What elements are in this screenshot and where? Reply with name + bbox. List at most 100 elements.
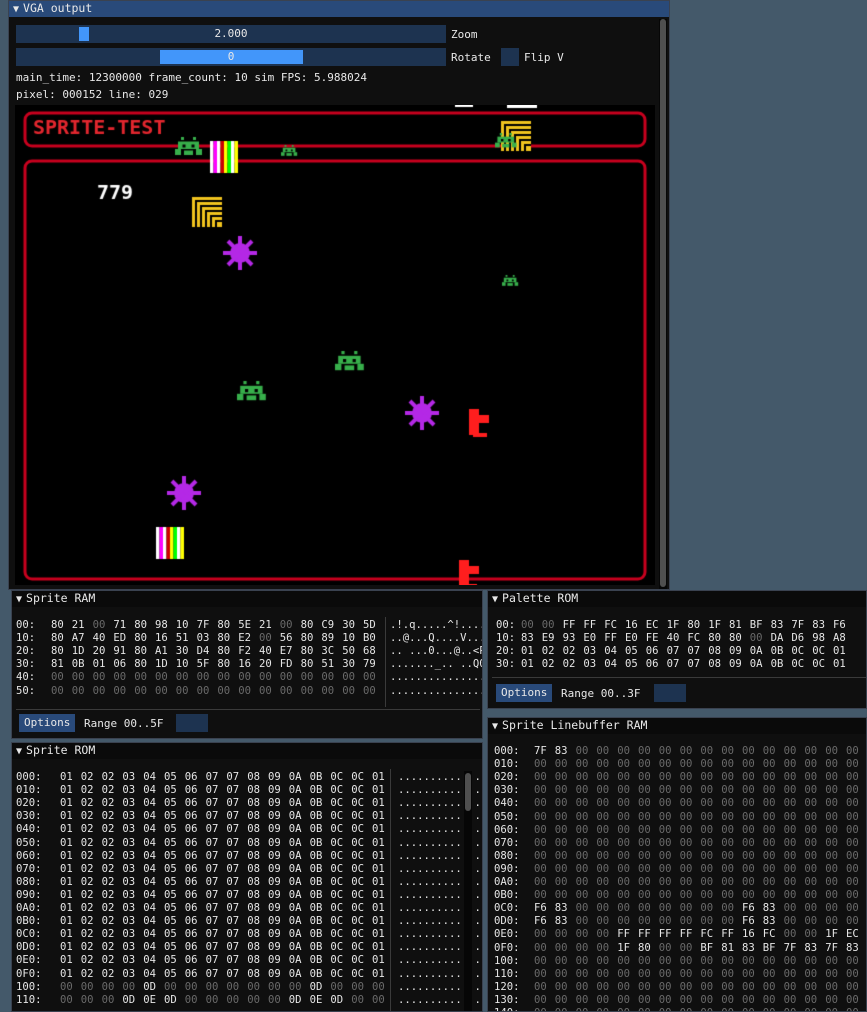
hex-byte[interactable]: 00 — [763, 994, 776, 1007]
hex-byte[interactable]: 00 — [700, 758, 713, 771]
hex-byte[interactable]: 02 — [81, 902, 94, 915]
hex-byte[interactable]: 07 — [687, 645, 700, 658]
hex-byte[interactable]: 08 — [708, 658, 721, 671]
hex-byte[interactable]: 00 — [176, 671, 189, 684]
hex-byte[interactable]: DA — [771, 632, 784, 645]
hex-byte[interactable]: 5D — [363, 619, 376, 632]
hex-byte[interactable]: 00 — [638, 955, 651, 968]
hex-byte[interactable]: D4 — [197, 645, 210, 658]
hex-byte[interactable]: 00 — [534, 981, 547, 994]
hex-byte[interactable]: 00 — [596, 942, 609, 955]
hex-byte[interactable]: 01 — [60, 902, 73, 915]
hex-byte[interactable]: 00 — [742, 876, 755, 889]
hex-byte[interactable]: 05 — [164, 915, 177, 928]
hex-byte[interactable]: 02 — [102, 876, 115, 889]
hex-byte[interactable]: BF — [750, 619, 763, 632]
hex-byte[interactable]: 09 — [268, 863, 281, 876]
hex-byte[interactable]: 00 — [259, 632, 272, 645]
sprite-rom-titlebar[interactable]: ▼ Sprite ROM — [12, 743, 482, 759]
hex-byte[interactable]: 00 — [784, 915, 797, 928]
hex-byte[interactable]: 00 — [638, 824, 651, 837]
hex-byte[interactable]: 00 — [638, 876, 651, 889]
hex-byte[interactable]: 02 — [81, 876, 94, 889]
hex-byte[interactable]: 0A — [289, 863, 302, 876]
hex-byte[interactable]: 00 — [596, 955, 609, 968]
hex-byte[interactable]: 01 — [60, 889, 73, 902]
hex-byte[interactable]: 0C — [330, 823, 343, 836]
options-button[interactable]: Options — [19, 714, 76, 732]
hex-byte[interactable]: 00 — [534, 811, 547, 824]
sprite-rom-scrollbar[interactable] — [464, 771, 472, 1011]
hex-byte[interactable]: 16 — [155, 632, 168, 645]
hex-byte[interactable]: 0B — [310, 784, 323, 797]
hex-byte[interactable]: 00 — [247, 994, 260, 1007]
hex-byte[interactable]: 06 — [646, 658, 659, 671]
hex-byte[interactable]: 00 — [555, 863, 568, 876]
hex-byte[interactable]: 0A — [750, 645, 763, 658]
hex-byte[interactable]: 00 — [638, 994, 651, 1007]
hex-byte[interactable]: 00 — [700, 811, 713, 824]
hex-byte[interactable]: 05 — [164, 837, 177, 850]
hex-byte[interactable]: 0C — [812, 658, 825, 671]
hex-byte[interactable]: 07 — [226, 771, 239, 784]
hex-byte[interactable]: 00 — [825, 745, 838, 758]
hex-byte[interactable]: 00 — [784, 876, 797, 889]
hex-byte[interactable]: FF — [659, 928, 672, 941]
hex-byte[interactable]: F6 — [534, 915, 547, 928]
hex-byte[interactable]: 21 — [259, 619, 272, 632]
hex-byte[interactable]: 00 — [804, 876, 817, 889]
hex-byte[interactable]: 00 — [596, 784, 609, 797]
hex-byte[interactable]: 51 — [176, 632, 189, 645]
hex-byte[interactable]: FC — [700, 928, 713, 941]
hex-byte[interactable]: 00 — [742, 824, 755, 837]
hex-byte[interactable]: ED — [113, 632, 126, 645]
hex-byte[interactable]: 68 — [363, 645, 376, 658]
hex-byte[interactable]: EC — [646, 619, 659, 632]
hex-byte[interactable]: 00 — [576, 981, 589, 994]
hex-byte[interactable]: 00 — [534, 876, 547, 889]
hex-byte[interactable]: 00 — [804, 902, 817, 915]
hex-byte[interactable]: 00 — [825, 955, 838, 968]
hex-byte[interactable]: 08 — [247, 954, 260, 967]
vga-output-titlebar[interactable]: ▼ VGA output — [9, 1, 669, 17]
hex-byte[interactable]: 03 — [122, 928, 135, 941]
hex-byte[interactable]: 00 — [93, 671, 106, 684]
hex-byte[interactable]: C9 — [321, 619, 334, 632]
hex-byte[interactable]: 02 — [81, 837, 94, 850]
hex-byte[interactable]: BF — [700, 942, 713, 955]
hex-byte[interactable]: 00 — [804, 981, 817, 994]
hex-byte[interactable]: 00 — [617, 968, 630, 981]
hex-byte[interactable]: 00 — [342, 685, 355, 698]
hex-byte[interactable]: 00 — [555, 824, 568, 837]
hex-byte[interactable]: 00 — [680, 863, 693, 876]
hex-byte[interactable]: 00 — [825, 876, 838, 889]
hex-byte[interactable]: 0D — [310, 981, 323, 994]
hex-byte[interactable]: 80 — [134, 632, 147, 645]
hex-byte[interactable]: 1F — [825, 928, 838, 941]
hex-byte[interactable]: 00 — [742, 771, 755, 784]
hex-byte[interactable]: 06 — [185, 823, 198, 836]
hex-byte[interactable]: 02 — [563, 645, 576, 658]
hex-byte[interactable]: 07 — [226, 915, 239, 928]
hex-byte[interactable]: 08 — [247, 915, 260, 928]
hex-byte[interactable]: FC — [687, 632, 700, 645]
hex-byte[interactable]: 56 — [280, 632, 293, 645]
hex-byte[interactable]: 00 — [113, 685, 126, 698]
hex-byte[interactable]: 00 — [700, 745, 713, 758]
hex-byte[interactable]: 00 — [825, 994, 838, 1007]
hex-byte[interactable]: 0A — [750, 658, 763, 671]
hex-byte[interactable]: 00 — [659, 797, 672, 810]
hex-byte[interactable]: 80 — [217, 619, 230, 632]
hex-byte[interactable]: 00 — [721, 797, 734, 810]
hex-byte[interactable]: 00 — [280, 671, 293, 684]
hex-byte[interactable]: 00 — [280, 685, 293, 698]
hex-byte[interactable]: 00 — [617, 1007, 630, 1011]
hex-byte[interactable]: 1D — [155, 658, 168, 671]
hex-byte[interactable]: 02 — [563, 658, 576, 671]
hex-byte[interactable]: 0D — [122, 994, 135, 1007]
hex-byte[interactable]: 00 — [763, 758, 776, 771]
hex-byte[interactable]: 07 — [206, 850, 219, 863]
hex-byte[interactable]: 00 — [596, 915, 609, 928]
hex-byte[interactable]: 80 — [301, 619, 314, 632]
hex-byte[interactable]: 00 — [576, 771, 589, 784]
